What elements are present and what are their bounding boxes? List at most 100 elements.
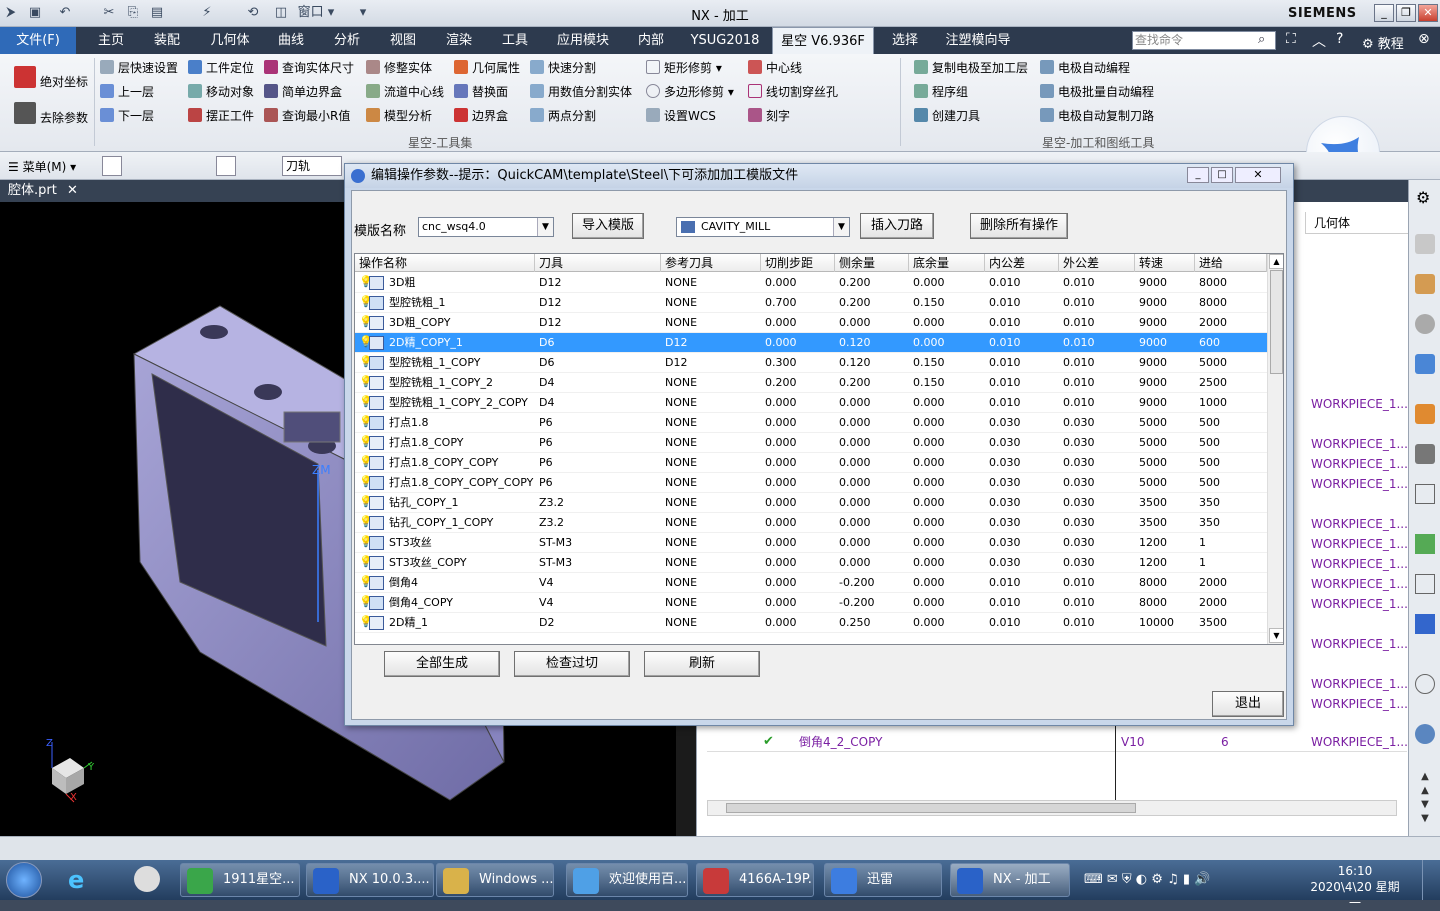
layer-down-button[interactable]: 下一层 <box>100 106 154 126</box>
col-floor-stock-cell[interactable]: 0.000 <box>909 593 985 613</box>
poly-trim-button[interactable]: 多边形修剪 ▾ <box>646 82 734 102</box>
col-stepover-cell[interactable]: 0.000 <box>761 553 835 573</box>
op-type-select[interactable]: CAVITY_MILL ▼ <box>676 217 850 237</box>
filter-select[interactable]: 刀轨 <box>282 156 342 176</box>
tab-app-modules[interactable]: 应用模块 <box>550 27 616 54</box>
col-ref-tool-cell[interactable]: NONE <box>661 493 761 513</box>
command-search-input[interactable]: 查找命令 <box>1132 31 1276 50</box>
col-feed-cell[interactable]: 8000 <box>1195 293 1267 313</box>
col-intol-cell[interactable]: 0.010 <box>985 573 1059 593</box>
col-outtol-cell[interactable]: 0.030 <box>1059 493 1135 513</box>
query-solid-size-button[interactable]: 查询实体尺寸 <box>264 58 354 78</box>
layer-quick-set-button[interactable]: 层快速设置 <box>100 58 178 78</box>
col-speed-cell[interactable]: 3500 <box>1135 493 1195 513</box>
table-row[interactable]: 💡 倒角4 V4 NONE 0.000 -0.200 0.000 0.010 0.010 8000… <box>355 573 1267 593</box>
col-tool-header[interactable]: 刀具 <box>535 254 661 272</box>
col-stepover-cell[interactable]: 0.000 <box>761 333 835 353</box>
col-outtol-cell[interactable]: 0.010 <box>1059 353 1135 373</box>
col-stepover-cell[interactable]: 0.000 <box>761 313 835 333</box>
part-nav-icon[interactable] <box>1415 274 1435 294</box>
col-feed-cell[interactable]: 8000 <box>1195 273 1267 293</box>
col-speed-cell[interactable]: 8000 <box>1135 593 1195 613</box>
dialog-minimize-button[interactable]: _ <box>1187 167 1209 183</box>
col-speed-cell[interactable]: 9000 <box>1135 393 1195 413</box>
engrave-button[interactable]: 刻字 <box>748 106 790 126</box>
col-op-name-cell[interactable]: 钻孔_COPY_1 <box>385 493 535 513</box>
exit-button[interactable]: 退出 <box>1212 691 1284 717</box>
tab-select[interactable]: 选择 <box>884 27 926 54</box>
col-speed-cell[interactable]: 9000 <box>1135 333 1195 353</box>
scroll-thumb[interactable] <box>1270 270 1283 374</box>
table-row[interactable]: 💡 型腔铣粗_1 D12 NONE 0.700 0.200 0.150 0.010 0.010 9… <box>355 293 1267 313</box>
col-ref-tool-cell[interactable]: NONE <box>661 453 761 473</box>
col-ref-tool-cell[interactable]: NONE <box>661 613 761 633</box>
col-ref-tool-cell[interactable]: NONE <box>661 553 761 573</box>
col-floor-stock-cell[interactable]: 0.150 <box>909 353 985 373</box>
col-outtol-cell[interactable]: 0.010 <box>1059 613 1135 633</box>
col-side-stock-cell[interactable]: 0.200 <box>835 293 909 313</box>
bounding-box-button[interactable]: 边界盒 <box>454 106 508 126</box>
col-intol-cell[interactable]: 0.030 <box>985 433 1059 453</box>
qq-icon[interactable] <box>134 866 160 892</box>
col-side-stock-cell[interactable]: 0.250 <box>835 613 909 633</box>
col-feed-cell[interactable]: 500 <box>1195 413 1267 433</box>
col-floor-stock-cell[interactable]: 0.000 <box>909 453 985 473</box>
col-ref-tool-header[interactable]: 参考刀具 <box>661 254 761 272</box>
part-file-tab[interactable]: 腔体.prt ✕ <box>0 180 92 202</box>
col-op-name-cell[interactable]: 打点1.8_COPY <box>385 433 535 453</box>
col-tool-cell[interactable]: P6 <box>535 413 661 433</box>
col-stepover-cell[interactable]: 0.000 <box>761 433 835 453</box>
set-wcs-button[interactable]: 设置WCS <box>646 106 716 126</box>
col-feed-cell[interactable]: 2000 <box>1195 313 1267 333</box>
electrode-copy-path-button[interactable]: 电极自动复制刀路 <box>1040 106 1154 126</box>
col-ref-tool-cell[interactable]: NONE <box>661 473 761 493</box>
col-speed-cell[interactable]: 8000 <box>1135 573 1195 593</box>
col-speed-cell[interactable]: 9000 <box>1135 373 1195 393</box>
col-tool-cell[interactable]: V4 <box>535 573 661 593</box>
col-speed-cell[interactable]: 5000 <box>1135 433 1195 453</box>
col-side-stock-cell[interactable]: -0.200 <box>835 573 909 593</box>
generate-all-button[interactable]: 全部生成 <box>384 651 500 677</box>
tab-view[interactable]: 视图 <box>382 27 424 54</box>
col-speed-cell[interactable]: 5000 <box>1135 413 1195 433</box>
operations-table[interactable]: 操作名称 刀具 参考刀具 切削步距 侧余量 底余量 内公差 外公差 转速 进给 💡 3D粗 D12 NO… <box>354 253 1284 645</box>
table-row[interactable]: 💡 打点1.8 P6 NONE 0.000 0.000 0.000 0.030 0.030 500… <box>355 413 1267 433</box>
select-tool-icon[interactable] <box>102 156 122 176</box>
col-stepover-cell[interactable]: 0.700 <box>761 293 835 313</box>
table-row[interactable]: 💡 ST3攻丝_COPY ST-M3 NONE 0.000 0.000 0.000 0.030… <box>355 553 1267 573</box>
taskbar-item[interactable]: 1911星空... <box>180 863 300 897</box>
col-outtol-cell[interactable]: 0.010 <box>1059 313 1135 333</box>
col-stepover-cell[interactable]: 0.000 <box>761 413 835 433</box>
move-object-button[interactable]: 移动对象 <box>188 82 254 102</box>
taskbar-item[interactable]: Windows ... <box>436 863 554 897</box>
close-ribbon-icon[interactable]: ⊗ <box>1418 31 1430 47</box>
col-floor-stock-cell[interactable]: 0.000 <box>909 473 985 493</box>
two-point-split-button[interactable]: 两点分割 <box>530 106 596 126</box>
quick-split-button[interactable]: 快速分割 <box>530 58 596 78</box>
table-row[interactable]: 💡 型腔铣粗_1_COPY_2 D4 NONE 0.200 0.200 0.150 0.010… <box>355 373 1267 393</box>
nav-hscrollbar[interactable] <box>707 800 1397 816</box>
col-tool-cell[interactable]: ST-M3 <box>535 553 661 573</box>
reuse-library-icon[interactable] <box>1415 314 1435 334</box>
table-row[interactable]: 💡 2D精_COPY_1 D6 D12 0.000 0.120 0.000 0.010 0.01… <box>355 333 1267 353</box>
col-tool-cell[interactable]: P6 <box>535 433 661 453</box>
col-side-stock-cell[interactable]: 0.200 <box>835 273 909 293</box>
col-feed-cell[interactable]: 3500 <box>1195 613 1267 633</box>
col-intol-cell[interactable]: 0.010 <box>985 273 1059 293</box>
col-intol-cell[interactable]: 0.030 <box>985 553 1059 573</box>
col-speed-header[interactable]: 转速 <box>1135 254 1195 272</box>
col-side-stock-cell[interactable]: 0.000 <box>835 533 909 553</box>
dialog-close-button[interactable]: ✕ <box>1235 167 1281 183</box>
col-speed-cell[interactable]: 5000 <box>1135 473 1195 493</box>
absolute-coord-button[interactable]: 绝对坐标 <box>14 66 88 89</box>
col-ref-tool-cell[interactable]: D12 <box>661 353 761 373</box>
col-feed-cell[interactable]: 2000 <box>1195 573 1267 593</box>
create-tool-button[interactable]: 创建刀具 <box>914 106 980 126</box>
col-feed-cell[interactable]: 2000 <box>1195 593 1267 613</box>
taskbar-item[interactable]: 4166A-19P... <box>696 863 814 897</box>
col-floor-stock-cell[interactable]: 0.000 <box>909 273 985 293</box>
tab-mold-wizard[interactable]: 注塑模向导 <box>940 27 1016 54</box>
role-icon[interactable] <box>1415 574 1435 594</box>
col-op-name-cell[interactable]: 2D精_1 <box>385 613 535 633</box>
col-feed-cell[interactable]: 600 <box>1195 333 1267 353</box>
